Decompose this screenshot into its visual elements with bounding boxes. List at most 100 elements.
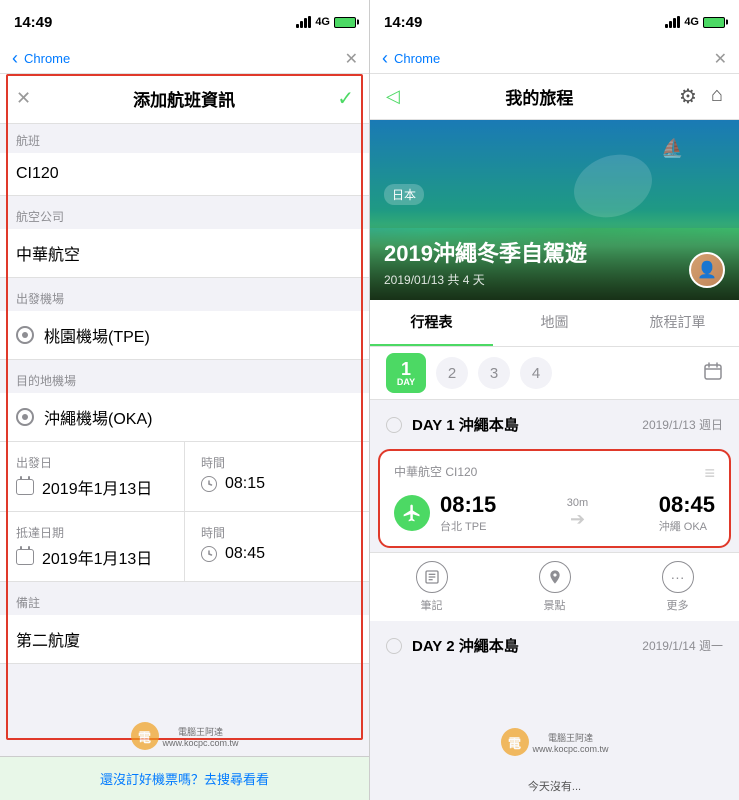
home-icon[interactable]: ⌂ [711,84,723,109]
battery-icon [334,17,356,28]
notes-icon [416,561,448,593]
attractions-button[interactable]: 景點 [493,561,616,613]
departure-date-value: 2019年1月13日 [16,475,168,499]
notes-label: 筆記 [421,597,443,613]
watermark-avatar-right: 電 [500,728,528,756]
arrival-time-value: 08:45 [201,545,353,563]
form-body: 航班 CI120 航空公司 中華航空 出發機場 桃園機場(TPE) 目的地機場 … [0,120,369,800]
flight-duration-block: 30m ➔ [504,497,650,530]
clock-icon-2 [201,546,217,562]
right-content-area: ◁ 我的旅程 ⚙ ⌂ ⛵ 日本 2019沖繩冬季自駕遊 2019/01/13 共… [370,74,739,800]
departure-time-label: 時間 [201,454,353,471]
day-4-btn[interactable]: 4 [520,357,552,389]
signal-bars-icon [296,16,311,28]
arrival-date-value: 2019年1月13日 [16,545,168,569]
right-status-time: 14:49 [384,14,422,31]
departure-date-col[interactable]: 出發日 2019年1月13日 [0,442,185,512]
arrival-date-col[interactable]: 抵達日期 2019年1月13日 [0,512,185,582]
notes-field[interactable]: 第二航廈 [0,615,369,664]
attraction-icon [539,561,571,593]
chrome-close-icon[interactable]: ✕ [345,49,358,69]
arrival-datetime-row: 抵達日期 2019年1月13日 時間 08:45 [0,512,369,582]
hero-title: 2019沖繩冬季自駕遊 [384,236,725,268]
flight-card-body: 08:15 台北 TPE 30m ➔ 08:45 沖繩 OKA [394,492,715,534]
boat-icon: ⛵ [661,138,683,159]
more-button[interactable]: ··· 更多 [616,561,739,613]
tab-map[interactable]: 地圖 [493,300,616,346]
action-icons-row: 筆記 景點 ··· 更多 [370,552,739,621]
right-screen: 14:49 4G ‹ Chrome ✕ ◁ 我的旅程 ⚙ ⌂ [370,0,739,800]
right-chrome-label: Chrome [394,51,440,66]
watermark-left: 電 電腦王阿達www.kocpc.com.tw [130,722,238,750]
flight-number-field[interactable]: CI120 [0,153,369,196]
flight-airline-name: 中華航空 CI120 [394,463,477,484]
location-icon [16,326,34,344]
arrival-time-col[interactable]: 時間 08:45 [185,512,369,582]
departure-city: 台北 TPE [440,518,496,534]
day-1-badge[interactable]: 1 DAY [386,353,426,393]
flight-number-label: 航班 [0,120,369,153]
right-status-bar: 14:49 4G [370,0,739,44]
day1-section: DAY 1 沖繩本島 2019/1/13 週日 [370,404,739,445]
watermark-text-left: 電腦王阿達www.kocpc.com.tw [162,725,238,748]
hero-tag: 日本 [384,184,424,205]
chrome-label-left: Chrome [24,51,70,66]
day1-title: DAY 1 沖繩本島 [412,417,519,434]
clock-icon [201,476,217,492]
departure-time-value: 08:15 [201,475,353,493]
tab-orders[interactable]: 旅程訂單 [616,300,739,346]
notes-button[interactable]: 筆記 [370,561,493,613]
form-close-button[interactable]: ✕ [16,88,31,109]
right-chrome-back-icon[interactable]: ‹ [382,48,388,69]
more-label: 更多 [667,597,689,613]
header-action-icons: ⚙ ⌂ [679,84,723,109]
day2-date: 2019/1/14 週一 [642,637,723,654]
flight-menu-icon[interactable]: ≡ [704,463,715,484]
arrival-date-label: 抵達日期 [16,524,168,541]
airline-field[interactable]: 中華航空 [0,229,369,278]
day2-section: DAY 2 沖繩本島 2019/1/14 週一 [370,625,739,666]
departure-time-col[interactable]: 時間 08:15 [185,442,369,512]
day1-radio[interactable] [386,417,402,433]
form-confirm-button[interactable]: ✓ [337,86,354,111]
chrome-back-icon[interactable]: ‹ [12,48,18,69]
day-2-btn[interactable]: 2 [436,357,468,389]
watermark-right: 電 電腦王阿達www.kocpc.com.tw [500,728,608,756]
more-icon: ··· [662,561,694,593]
day-3-btn[interactable]: 3 [478,357,510,389]
flight-times: 08:15 台北 TPE 30m ➔ 08:45 沖繩 OKA [440,492,715,534]
right-network-type-icon: 4G [684,16,699,28]
flight-card[interactable]: 中華航空 CI120 ≡ 08:15 台北 TPE [380,451,729,546]
watermark-text-right: 電腦王阿達www.kocpc.com.tw [532,731,608,754]
right-chrome-close-icon[interactable]: ✕ [714,49,727,69]
calendar-button[interactable] [703,361,723,386]
departure-block: 08:15 台北 TPE [440,492,496,534]
arrival-airport-label: 目的地機場 [0,360,369,393]
hero-banner: ⛵ 日本 2019沖繩冬季自駕遊 2019/01/13 共 4 天 👤 [370,120,739,300]
ad-banner[interactable]: 還沒訂好機票嗎？去搜尋看看 [0,756,369,800]
day-1-num: 1 [401,360,411,378]
settings-icon[interactable]: ⚙ [679,84,697,109]
right-chrome-bar: ‹ Chrome ✕ [370,44,739,74]
right-battery-icon [703,17,725,28]
right-status-icons: 4G [665,16,725,28]
day1-info: DAY 1 沖繩本島 [412,414,642,435]
tab-itinerary[interactable]: 行程表 [370,300,493,346]
watermark-avatar-left: 電 [130,722,158,750]
header-back-icon[interactable]: ◁ [386,86,400,107]
arrival-time-display: 08:45 [659,492,715,518]
tabs-bar: 行程表 地圖 旅程訂單 [370,300,739,347]
hero-subtitle: 2019/01/13 共 4 天 [384,271,725,288]
flight-arrow-icon: ➔ [570,509,585,530]
departure-airport-field[interactable]: 桃園機場(TPE) [0,311,369,360]
location-icon-2 [16,408,34,426]
day-selector: 1 DAY 2 3 4 [370,347,739,400]
app-header: ◁ 我的旅程 ⚙ ⌂ [370,74,739,120]
hero-overlay: 日本 2019沖繩冬季自駕遊 2019/01/13 共 4 天 [370,224,739,300]
bottom-teaser: 今天沒有... [370,776,739,796]
departure-airport-label: 出發機場 [0,278,369,311]
day-1-label: DAY [397,378,415,387]
arrival-airport-field[interactable]: 沖繩機場(OKA) [0,393,369,442]
day2-radio[interactable] [386,638,402,654]
plane-icon [394,495,430,531]
